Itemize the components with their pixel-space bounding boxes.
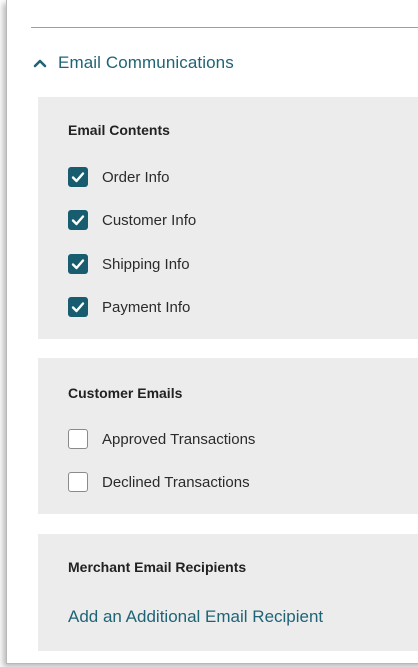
checkbox-declined-transactions[interactable]: Declined Transactions [68, 470, 250, 494]
add-email-recipient-link[interactable]: Add an Additional Email Recipient [68, 607, 323, 627]
email-contents-panel: Email Contents Order Info Customer Info … [38, 97, 418, 339]
customer-emails-panel: Customer Emails Approved Transactions De… [38, 358, 418, 514]
chevron-up-icon [33, 58, 47, 68]
checkmark-icon [71, 259, 85, 270]
checkbox-shipping-info[interactable]: Shipping Info [68, 252, 190, 276]
checkbox-label: Customer Info [102, 211, 197, 229]
checkbox-label: Shipping Info [102, 255, 190, 273]
divider [31, 27, 418, 28]
checkmark-icon [71, 215, 85, 226]
checkmark-icon [71, 302, 85, 313]
checkbox-order-info[interactable]: Order Info [68, 165, 170, 189]
checkbox[interactable] [68, 254, 88, 274]
email-communications-accordion-toggle[interactable]: Email Communications [33, 50, 234, 76]
checkbox-payment-info[interactable]: Payment Info [68, 295, 190, 319]
checkbox[interactable] [68, 429, 88, 449]
checkbox[interactable] [68, 210, 88, 230]
checkbox[interactable] [68, 472, 88, 492]
email-contents-title: Email Contents [68, 122, 170, 138]
checkbox[interactable] [68, 167, 88, 187]
checkbox-label: Declined Transactions [102, 473, 250, 491]
checkbox-customer-info[interactable]: Customer Info [68, 208, 196, 232]
checkbox-label: Approved Transactions [102, 430, 256, 448]
merchant-recipients-panel: Merchant Email Recipients Add an Additio… [38, 534, 418, 651]
checkbox-label: Payment Info [102, 298, 191, 316]
customer-emails-title: Customer Emails [68, 385, 183, 401]
checkmark-icon [71, 172, 85, 183]
checkbox[interactable] [68, 297, 88, 317]
checkbox-label: Order Info [102, 168, 170, 186]
merchant-recipients-title: Merchant Email Recipients [68, 559, 247, 575]
accordion-title: Email Communications [58, 53, 234, 72]
settings-card: Email Communications Email Contents Orde… [6, 0, 418, 664]
checkbox-approved-transactions[interactable]: Approved Transactions [68, 427, 255, 451]
